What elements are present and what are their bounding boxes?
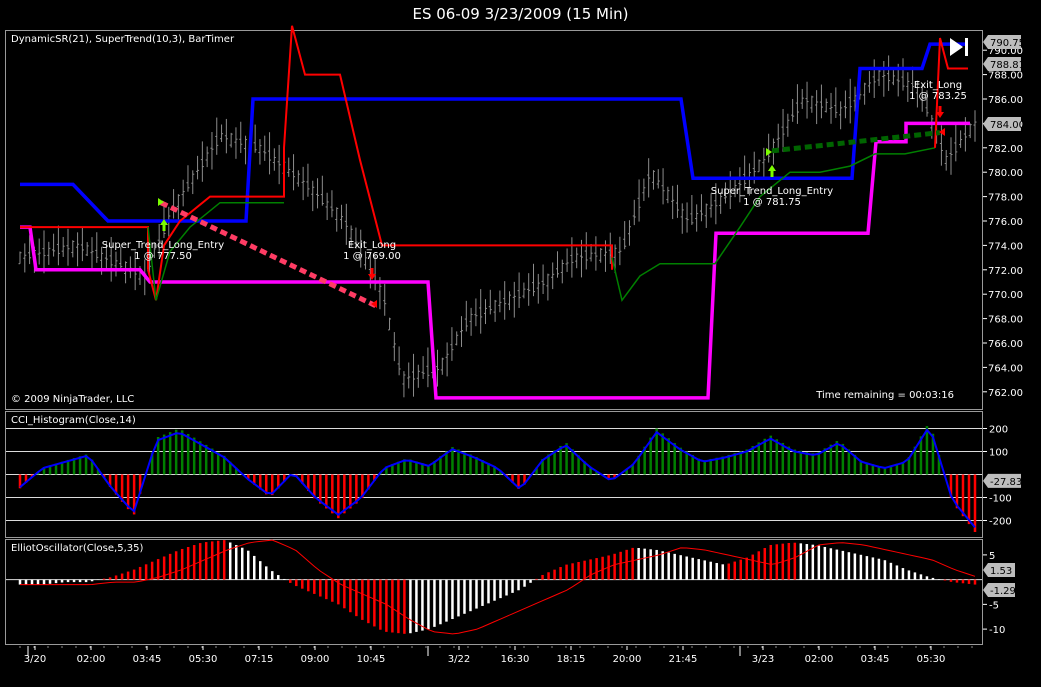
cci-value-tag: -27.83 — [983, 473, 1022, 488]
price-tag: 790.75 — [983, 35, 1025, 49]
trade-annotation-fill: 1 @ 783.25 — [909, 91, 967, 102]
price-axis-label: 780.00 — [988, 168, 1023, 179]
time-axis-label: 03:45 — [861, 654, 890, 665]
time-axis-label: 09:00 — [301, 654, 330, 665]
trade-annotation-title: Super_Trend_Long_Entry — [711, 186, 834, 197]
trade-annotation-fill: 1 @ 769.00 — [343, 251, 401, 262]
time-axis-label: 20:00 — [613, 654, 642, 665]
elliot-value-tag: -1.29 — [983, 583, 1016, 598]
time-axis-label: 3/23 — [752, 654, 774, 665]
price-axis-label: 776.00 — [988, 217, 1023, 228]
time-axis-label: 3/20 — [24, 654, 46, 665]
price-axis-label: 772.00 — [988, 266, 1023, 277]
cci-value-tag-text: -27.83 — [990, 477, 1022, 488]
time-axis-label: 16:30 — [501, 654, 530, 665]
skip-to-end-icon — [950, 38, 968, 56]
cci-axis-label: -100 — [989, 494, 1012, 505]
chart-canvas: 790.00788.00786.00784.00782.00780.00778.… — [6, 25, 1025, 665]
time-axis-label: 05:30 — [189, 654, 218, 665]
trade-annotation-fill: 1 @ 781.75 — [743, 197, 801, 208]
price-axis-label: 762.00 — [988, 388, 1023, 399]
cci-axis-label: 200 — [989, 425, 1008, 436]
time-axis-label: 3/22 — [448, 654, 470, 665]
time-axis-label: 21:45 — [669, 654, 698, 665]
price-axis-label: 782.00 — [988, 144, 1023, 155]
trade-annotation-title: Exit_Long — [348, 240, 396, 251]
elliot-axis-label: -10 — [989, 625, 1005, 636]
cci-axis-label: -200 — [989, 517, 1012, 528]
time-axis-label: 02:00 — [805, 654, 834, 665]
trade-annotation-fill: 1 @ 777.50 — [134, 251, 192, 262]
trade-annotation-title: Super_Trend_Long_Entry — [102, 240, 225, 251]
price-axis-label: 770.00 — [988, 290, 1023, 301]
elliot-axis-label: -5 — [989, 600, 999, 611]
time-axis-label: 18:15 — [557, 654, 586, 665]
price-axis-label: 788.00 — [988, 71, 1023, 82]
elliot-axis-label: 5 — [989, 551, 995, 562]
time-axis-label: 07:15 — [245, 654, 274, 665]
cci-axis-label: 100 — [989, 448, 1008, 459]
time-axis-label: 03:45 — [133, 654, 162, 665]
price-tag-value: 788.81 — [990, 60, 1025, 71]
price-axis-label: 786.00 — [988, 95, 1023, 106]
price-axis-label: 764.00 — [988, 363, 1023, 374]
time-axis-label: 10:45 — [357, 654, 386, 665]
price-axis-label: 768.00 — [988, 315, 1023, 326]
entry-arrow-icon — [768, 165, 776, 177]
price-tag-value: 784.00 — [990, 120, 1025, 131]
price-axis-label: 766.00 — [988, 339, 1023, 350]
price-axis-label: 774.00 — [988, 241, 1023, 252]
price-tag: 788.81 — [983, 57, 1025, 71]
trade-annotation-title: Exit_Long — [914, 80, 962, 91]
price-tag-value: 790.75 — [990, 38, 1025, 49]
price-axis-label: 778.00 — [988, 193, 1023, 204]
scroll-to-end-button[interactable] — [946, 36, 972, 58]
time-axis-label: 02:00 — [77, 654, 106, 665]
elliot-value-tag-text: 1.53 — [990, 566, 1012, 577]
price-tag: 784.00 — [983, 117, 1025, 131]
elliot-value-tag: 1.53 — [983, 563, 1015, 578]
time-axis-label: 05:30 — [917, 654, 946, 665]
elliot-value-tag-text: -1.29 — [990, 586, 1016, 597]
